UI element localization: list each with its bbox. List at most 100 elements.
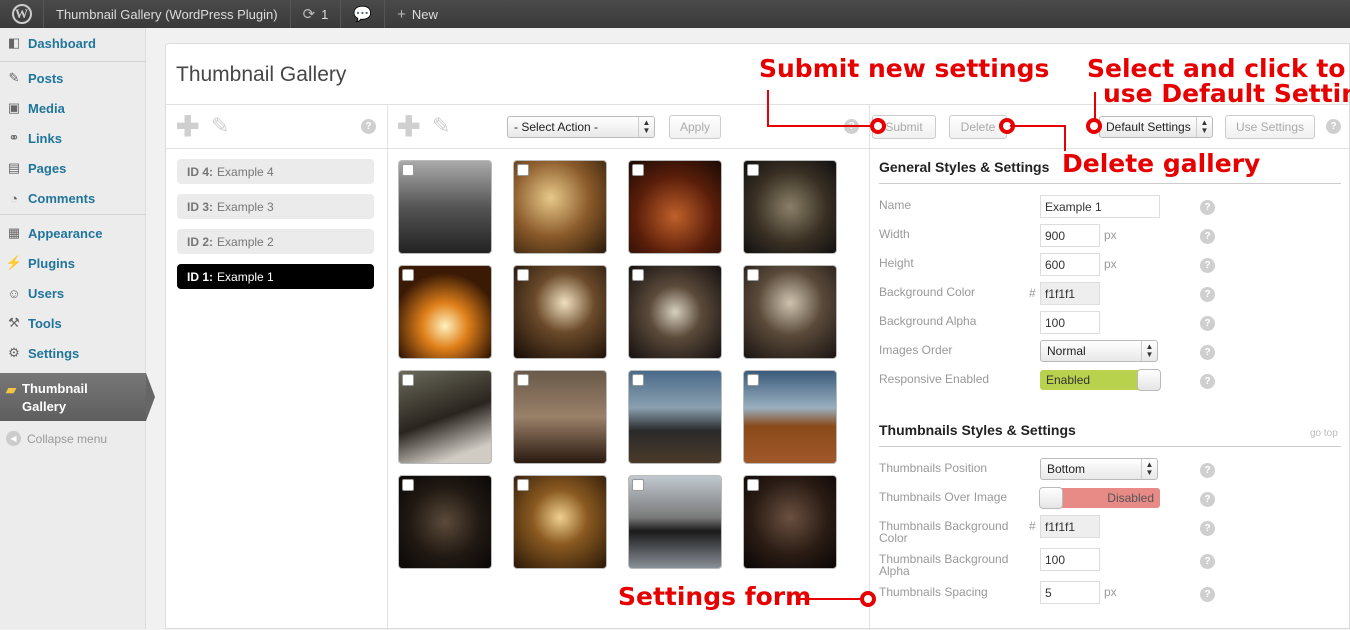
gallery-list-item[interactable]: ID 3: Example 3 <box>177 194 374 219</box>
thumbnail-checkbox[interactable] <box>402 164 414 176</box>
images-order-dropdown[interactable]: Normal ▲ ▼ <box>1040 340 1158 362</box>
wordpress-logo-icon: W <box>11 4 32 24</box>
gallery-thumbnail[interactable] <box>743 160 837 254</box>
help-icon[interactable]: ? <box>1200 374 1215 389</box>
sidebar-item-media[interactable]: ▣ Media <box>0 95 146 121</box>
sidebar-item-settings[interactable]: ⚙ Settings <box>0 340 146 366</box>
height-field[interactable]: 600 <box>1040 253 1100 276</box>
annotation-line <box>1064 125 1066 151</box>
gallery-list-item[interactable]: ID 2: Example 2 <box>177 229 374 254</box>
gallery-list-item-active[interactable]: ID 1: Example 1 <box>177 264 374 289</box>
thumbnail-checkbox[interactable] <box>632 479 644 491</box>
appearance-icon: ▦ <box>7 225 21 240</box>
sidebar-item-links[interactable]: ⚭ Links <box>0 125 146 151</box>
sidebar-item-pages[interactable]: ▤ Pages <box>0 155 146 181</box>
help-icon[interactable]: ? <box>1200 229 1215 244</box>
gallery-thumbnail[interactable] <box>743 265 837 359</box>
width-field[interactable]: 900 <box>1040 224 1100 247</box>
sidebar-item-comments[interactable]: ◔ Comments <box>0 185 146 211</box>
sidebar-item-dashboard[interactable]: ◧ Dashboard <box>0 30 146 56</box>
thumbnail-checkbox[interactable] <box>517 164 529 176</box>
gallery-thumbnail[interactable] <box>398 160 492 254</box>
help-icon[interactable]: ? <box>1200 258 1215 273</box>
background-color-field[interactable]: f1f1f1 <box>1040 282 1100 305</box>
gallery-thumbnail[interactable] <box>398 475 492 569</box>
edit-gallery-icon[interactable]: ✎ <box>211 114 229 138</box>
sidebar-item-users[interactable]: ☺ Users <box>0 280 146 306</box>
thumbnail-checkbox[interactable] <box>402 269 414 281</box>
thumbnail-checkbox[interactable] <box>517 374 529 386</box>
toggle-knob[interactable] <box>1137 369 1161 391</box>
gallery-thumbnail[interactable] <box>513 370 607 464</box>
help-icon[interactable]: ? <box>1200 345 1215 360</box>
gallery-thumbnail[interactable] <box>628 160 722 254</box>
thumbnails-position-dropdown[interactable]: Bottom ▲ ▼ <box>1040 458 1158 480</box>
sidebar-item-appearance[interactable]: ▦ Appearance <box>0 220 146 246</box>
thumbnail-checkbox[interactable] <box>517 269 529 281</box>
help-icon[interactable]: ? <box>1200 554 1215 569</box>
wordpress-logo-button[interactable]: W <box>0 0 44 28</box>
thumbnail-checkbox[interactable] <box>632 269 644 281</box>
help-icon[interactable]: ? <box>1200 287 1215 302</box>
sidebar-item-thumbnail-gallery[interactable]: ▰ Thumbnail Gallery <box>0 373 155 421</box>
thumbnail-checkbox[interactable] <box>747 374 759 386</box>
add-image-icon[interactable]: ✚ <box>397 113 420 141</box>
images-order-value: Normal <box>1047 344 1086 358</box>
updates-button[interactable]: ⟳ 1 <box>291 0 342 28</box>
sidebar-item-posts[interactable]: ✎ Posts <box>0 65 146 91</box>
thumbnail-checkbox[interactable] <box>402 374 414 386</box>
new-content-button[interactable]: + New <box>385 0 450 28</box>
apply-button[interactable]: Apply <box>669 115 721 139</box>
thumbnail-checkbox[interactable] <box>517 479 529 491</box>
background-color-label: Background Color <box>879 285 976 299</box>
thumbnails-background-alpha-field[interactable]: 100 <box>1040 548 1100 571</box>
comments-button[interactable]: 💬 <box>341 0 386 28</box>
collapse-menu-button[interactable]: ◀ Collapse menu <box>6 431 107 446</box>
gallery-thumbnail[interactable] <box>628 370 722 464</box>
gallery-thumbnail[interactable] <box>398 370 492 464</box>
gallery-thumbnail[interactable] <box>743 370 837 464</box>
height-unit: px <box>1104 257 1117 271</box>
edit-image-icon[interactable]: ✎ <box>432 114 450 138</box>
pin-icon: ✎ <box>8 70 20 85</box>
help-icon[interactable]: ? <box>1326 119 1341 134</box>
gallery-thumbnail[interactable] <box>513 475 607 569</box>
menu-separator <box>0 214 146 215</box>
help-icon[interactable]: ? <box>1200 587 1215 602</box>
sidebar-item-label: Dashboard <box>28 35 96 51</box>
go-top-link[interactable]: go top <box>1310 428 1338 439</box>
help-icon[interactable]: ? <box>1200 521 1215 536</box>
site-title-link[interactable]: Thumbnail Gallery (WordPress Plugin) <box>44 0 291 28</box>
select-action-dropdown[interactable]: - Select Action - ▲ ▼ <box>507 116 655 138</box>
gallery-thumbnail[interactable] <box>513 160 607 254</box>
sidebar-item-label: Media <box>28 100 65 116</box>
gallery-thumbnail[interactable] <box>743 475 837 569</box>
toggle-knob[interactable] <box>1039 487 1063 509</box>
default-settings-value: Default Settings <box>1106 120 1191 134</box>
gallery-list-item[interactable]: ID 4: Example 4 <box>177 159 374 184</box>
thumbnail-checkbox[interactable] <box>632 164 644 176</box>
use-settings-button[interactable]: Use Settings <box>1225 115 1315 139</box>
help-icon[interactable]: ? <box>361 119 376 134</box>
name-field[interactable]: Example 1 <box>1040 195 1160 218</box>
add-gallery-icon[interactable]: ✚ <box>176 113 199 141</box>
thumbnails-spacing-field[interactable]: 5 <box>1040 581 1100 604</box>
help-icon[interactable]: ? <box>1200 492 1215 507</box>
sidebar-item-tools[interactable]: ⚒ Tools <box>0 310 146 336</box>
help-icon[interactable]: ? <box>1200 316 1215 331</box>
sidebar-item-plugins[interactable]: ⚡ Plugins <box>0 250 146 276</box>
gallery-thumbnail[interactable] <box>628 475 722 569</box>
background-alpha-field[interactable]: 100 <box>1040 311 1100 334</box>
thumbnail-checkbox[interactable] <box>747 164 759 176</box>
default-settings-dropdown[interactable]: Default Settings ▲ ▼ <box>1099 116 1213 138</box>
gallery-thumbnail[interactable] <box>513 265 607 359</box>
thumbnail-checkbox[interactable] <box>747 269 759 281</box>
thumbnail-checkbox[interactable] <box>747 479 759 491</box>
gallery-thumbnail[interactable] <box>398 265 492 359</box>
help-icon[interactable]: ? <box>1200 463 1215 478</box>
thumbnail-checkbox[interactable] <box>402 479 414 491</box>
gallery-thumbnail[interactable] <box>628 265 722 359</box>
help-icon[interactable]: ? <box>1200 200 1215 215</box>
thumbnail-checkbox[interactable] <box>632 374 644 386</box>
thumbnails-background-color-field[interactable]: f1f1f1 <box>1040 515 1100 538</box>
